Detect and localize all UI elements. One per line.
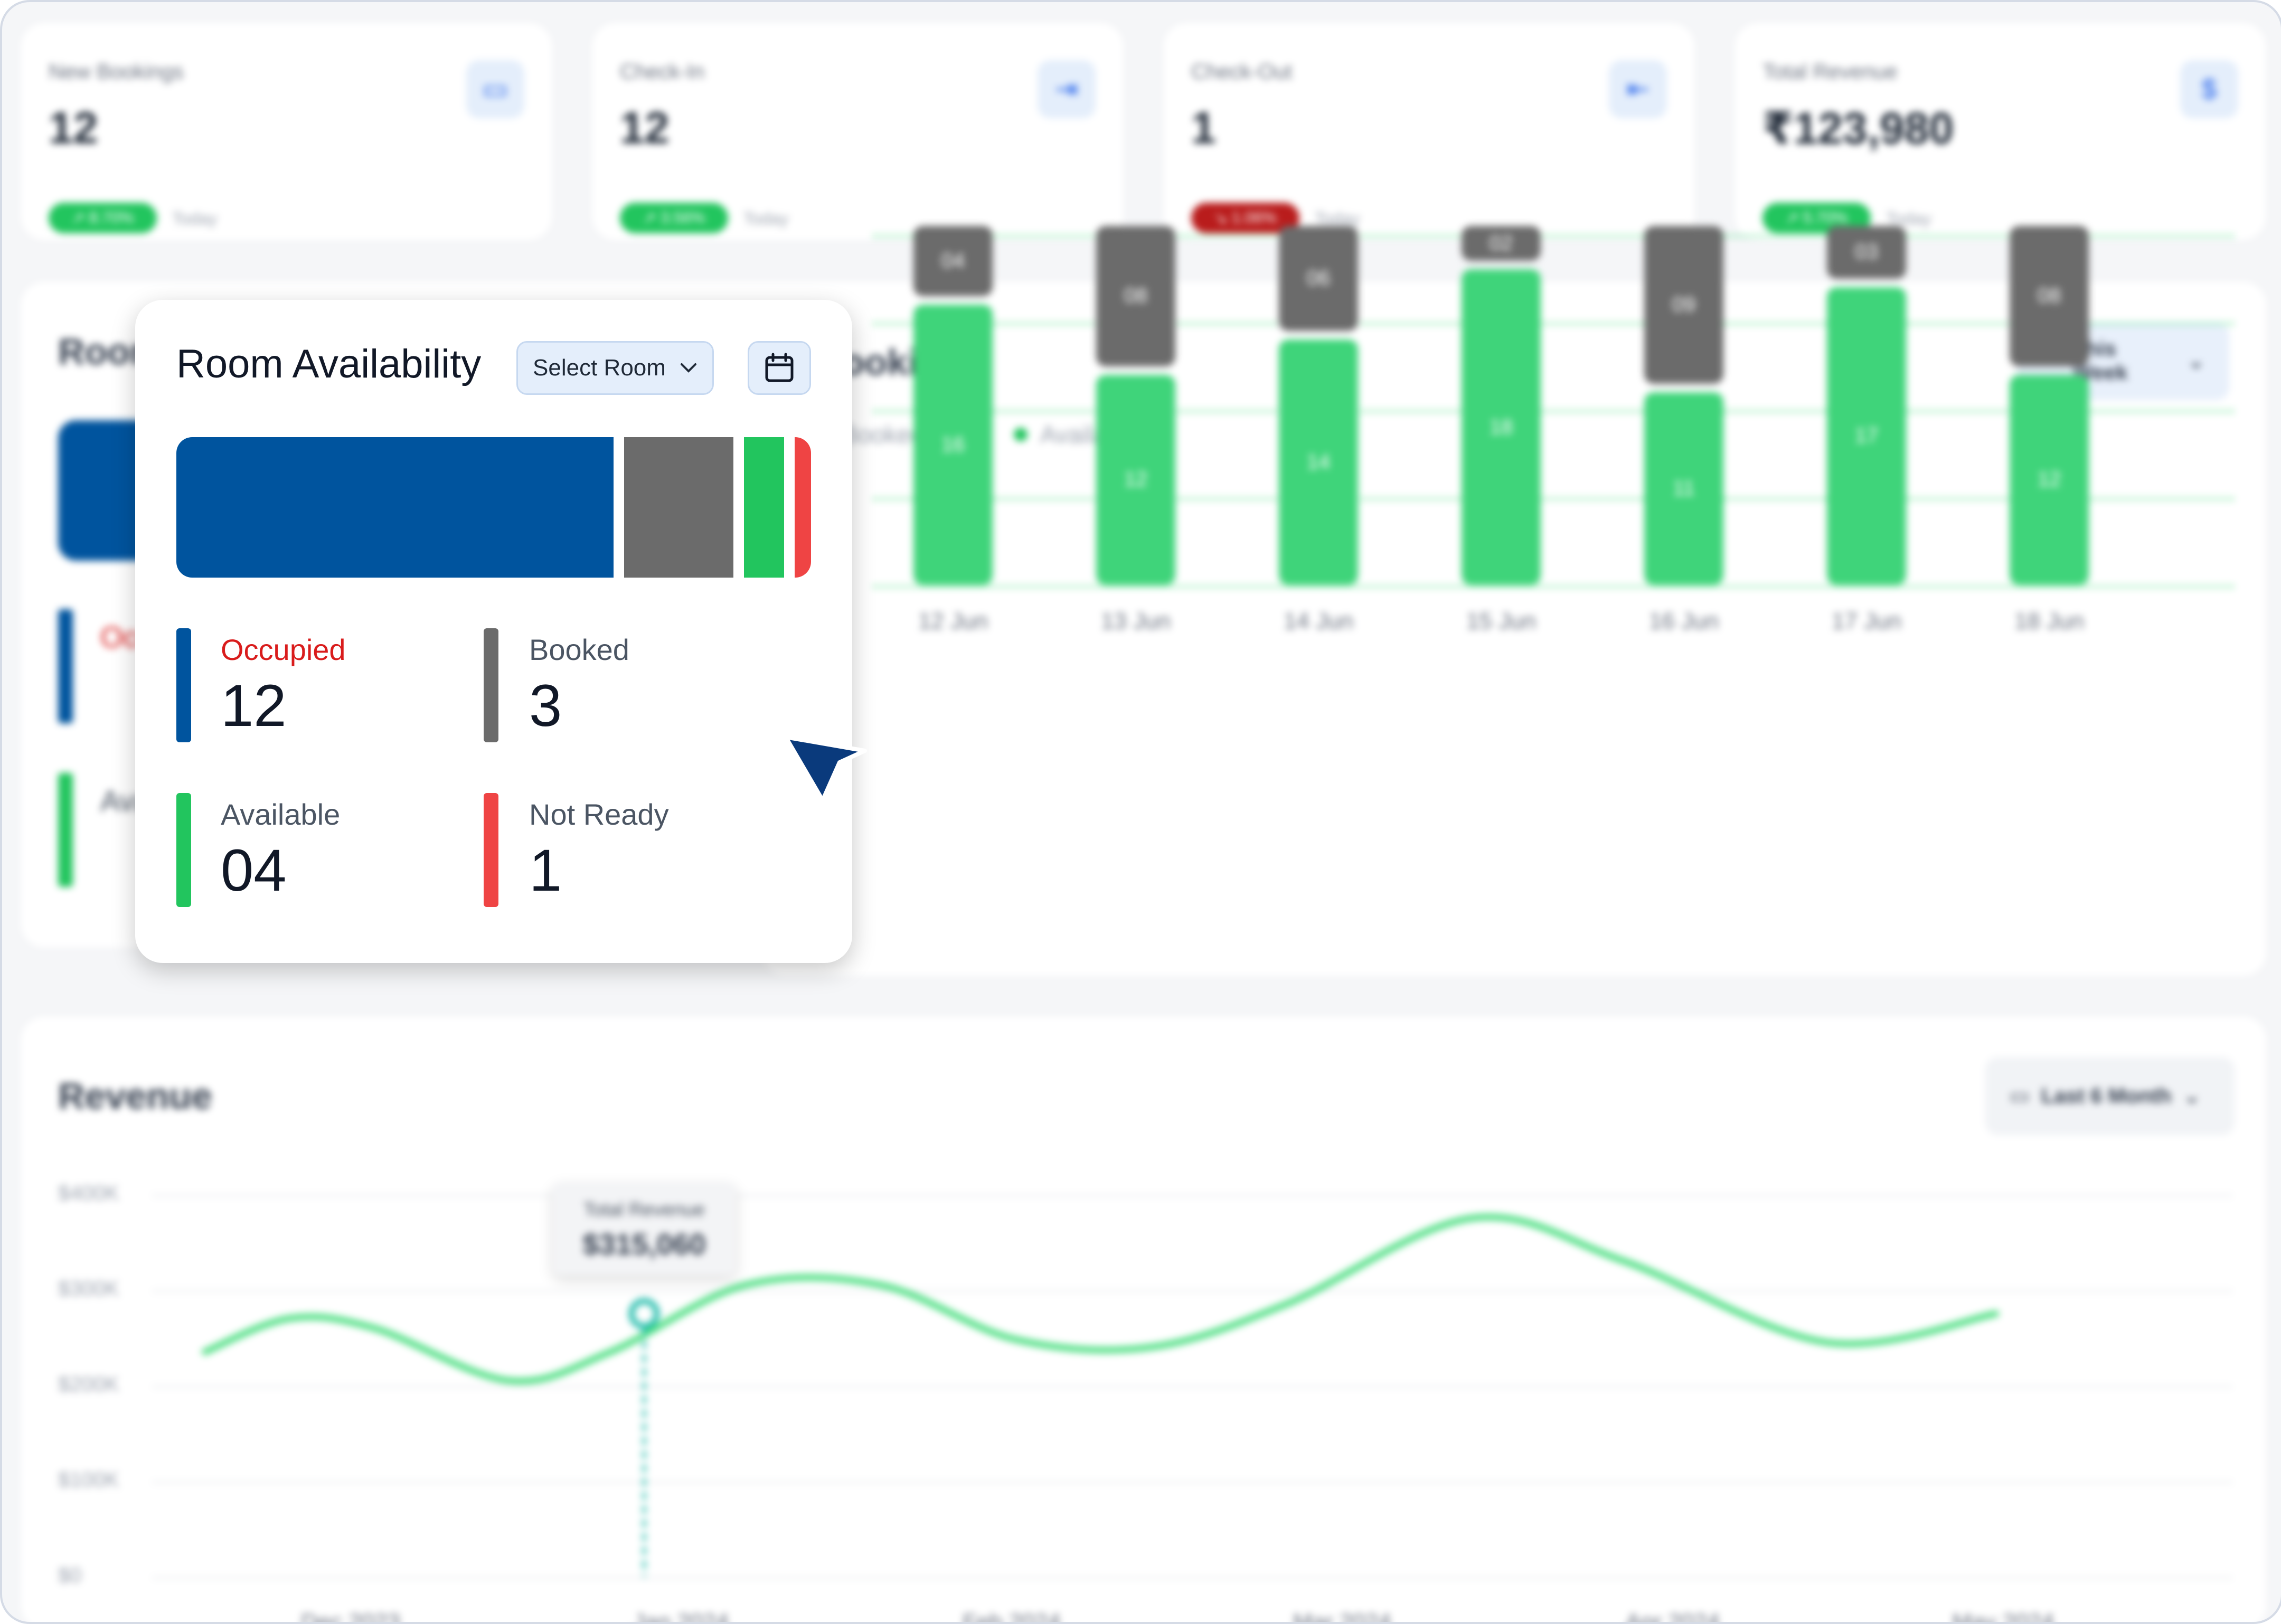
segment-available — [744, 437, 784, 578]
available-value: 04 — [221, 837, 287, 903]
booked-value: 3 — [529, 673, 562, 739]
not-ready-indicator — [484, 793, 498, 907]
select-room-dropdown[interactable]: Select Room — [516, 341, 714, 395]
tooltip-point[interactable] — [629, 1298, 659, 1329]
available-indicator — [176, 793, 191, 907]
pointer-cursor-icon — [784, 735, 867, 802]
occupied-label: Occupied — [221, 633, 346, 666]
occupied-value: 12 — [221, 673, 287, 739]
not-ready-label: Not Ready — [529, 798, 669, 831]
occupied-indicator — [176, 628, 191, 742]
app-frame: New Bookings 12 ▭ ↗ 8.70% Today Check-In … — [0, 0, 2281, 1624]
popup-title: Room Availability — [176, 342, 482, 386]
chevron-down-icon — [680, 363, 696, 373]
calendar-button[interactable] — [748, 341, 811, 395]
room-availability-popup: Room Availability Select Room Occupied 1… — [135, 300, 852, 963]
segment-occupied — [176, 437, 614, 578]
booked-indicator — [484, 628, 498, 742]
available-label: Available — [221, 798, 341, 831]
segment-booked — [624, 437, 734, 578]
segment-not-ready — [794, 437, 811, 578]
not-ready-value: 1 — [529, 837, 562, 903]
calendar-icon — [765, 353, 794, 382]
booked-label: Booked — [529, 633, 629, 666]
tooltip-label: Total Revenue — [583, 1198, 705, 1221]
tooltip-value: $315,060 — [582, 1228, 706, 1261]
revenue-line — [202, 1214, 1999, 1384]
revenue-tooltip: Total Revenue $315,060 — [553, 1183, 736, 1276]
